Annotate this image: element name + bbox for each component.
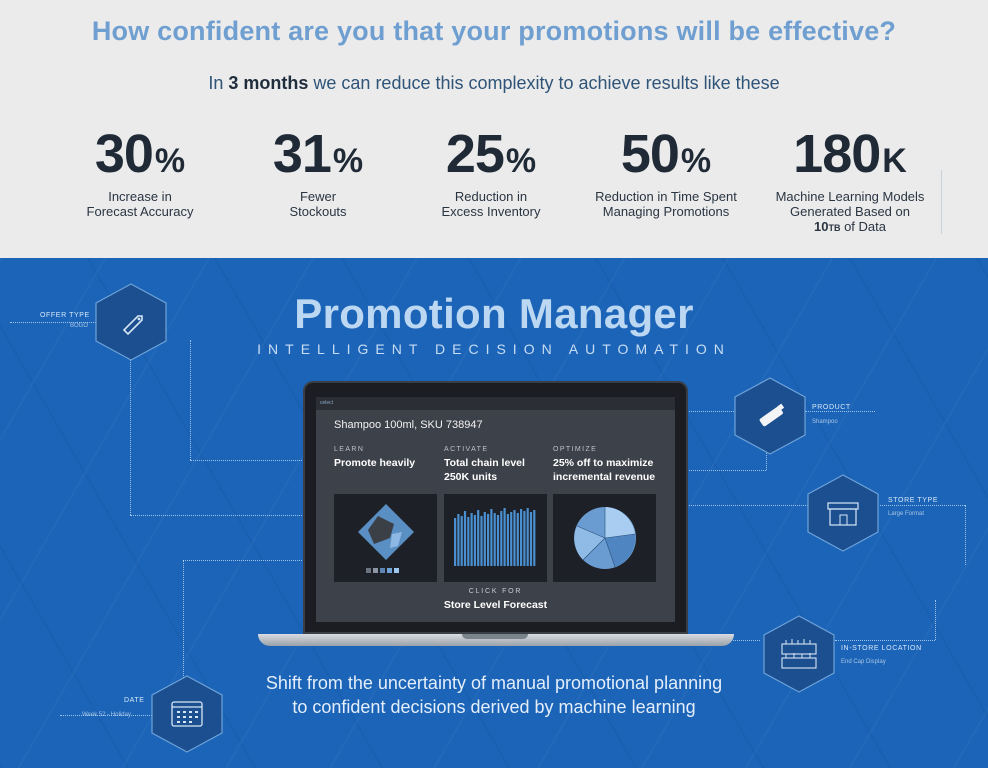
thumbnail-bar xyxy=(483,512,486,566)
offer-type-node[interactable] xyxy=(94,282,168,362)
thumbnail-bar xyxy=(500,511,503,566)
tube-icon xyxy=(759,403,785,427)
sku-title: Shampoo 100ml, SKU 738947 xyxy=(334,419,483,431)
divider xyxy=(941,170,942,234)
app-logo: celect xyxy=(320,400,334,406)
stat-value: 31% xyxy=(272,124,364,184)
learn-column: LEARN Promote heavily xyxy=(334,446,446,470)
thumbnail-bar xyxy=(513,510,516,566)
offer-type-value: BOGO xyxy=(70,323,89,329)
stat-value: 30% xyxy=(94,124,186,184)
thumbnail-bar xyxy=(503,508,506,566)
thumbnail-bar xyxy=(533,510,536,566)
store-type-label: STORE TYPE xyxy=(888,497,939,504)
thumbnail-bar xyxy=(496,515,500,566)
thumbnail-bar xyxy=(460,516,463,566)
subheadline-prefix: In xyxy=(208,73,224,93)
connector-line xyxy=(183,560,316,561)
app-toolbar xyxy=(316,397,675,410)
learn-panel[interactable] xyxy=(334,494,437,582)
store-level-forecast-link[interactable]: Store Level Forecast xyxy=(316,599,675,611)
stat-forecast-accuracy: 30% Increase in Forecast Accuracy xyxy=(55,124,225,219)
connector-line xyxy=(130,360,131,515)
tag-icon xyxy=(122,315,143,336)
thumbnail-bar xyxy=(473,515,476,566)
thumbnail-bar xyxy=(523,511,526,566)
store-icon xyxy=(827,502,859,526)
stat-label: Machine Learning Models Generated Based o… xyxy=(775,189,925,234)
activate-key: ACTIVATE xyxy=(444,446,489,453)
thumbnail-bar xyxy=(526,508,529,566)
in-store-location-value: End Cap Display xyxy=(841,659,886,665)
subheadline: In 3 months we can reduce this complexit… xyxy=(0,73,988,94)
connector-line xyxy=(835,640,935,641)
thumbnail-bar xyxy=(510,512,513,566)
stat-excess-inventory: 25% Reduction in Excess Inventory xyxy=(406,124,576,219)
stat-label: Increase in Forecast Accuracy xyxy=(86,189,194,219)
connector-line xyxy=(676,505,808,506)
laptop-notch xyxy=(462,634,528,639)
optimize-panel[interactable] xyxy=(553,494,656,582)
learn-value: Promote heavily xyxy=(334,457,416,469)
thumbnail-bar xyxy=(457,514,460,566)
store-type-node[interactable] xyxy=(806,473,880,553)
thumbnail-bar xyxy=(493,513,496,566)
diamond-map-icon xyxy=(358,504,414,573)
connector-line xyxy=(190,340,191,460)
offer-type-label: OFFER TYPE xyxy=(40,312,90,319)
pie-chart-icon xyxy=(574,507,636,569)
activate-column: ACTIVATE Total chain level 250K units xyxy=(444,446,556,484)
stat-label: Fewer Stockouts xyxy=(289,189,347,219)
optimize-key: OPTIMIZE xyxy=(553,446,598,453)
thumbnail-bar xyxy=(490,509,493,566)
stat-value: 180K xyxy=(793,124,907,184)
thumbnail-bar xyxy=(454,518,457,566)
connector-line xyxy=(935,600,936,640)
stat-ml-models: 180K Machine Learning Models Generated Ba… xyxy=(755,124,945,236)
product-node[interactable] xyxy=(733,376,807,456)
connector-line xyxy=(880,505,965,506)
store-type-value: Large Format xyxy=(888,511,925,517)
footer-statement: Shift from the uncertainty of manual pro… xyxy=(0,671,988,719)
connector-line xyxy=(805,411,875,412)
connector-line xyxy=(183,560,184,680)
stat-value: 25% xyxy=(445,124,537,184)
activate-value: Total chain level 250K units xyxy=(444,457,525,483)
headline: How confident are you that your promotio… xyxy=(91,16,897,46)
thumbnail-bar xyxy=(463,511,467,566)
footer-line-2: to confident decisions derived by machin… xyxy=(292,697,696,717)
learn-key: LEARN xyxy=(334,446,365,453)
top-banner: How confident are you that your promotio… xyxy=(0,0,988,258)
product-label: PRODUCT xyxy=(812,404,851,411)
optimize-column: OPTIMIZE 25% off to maximize incremental … xyxy=(553,446,665,484)
thumbnail-bar xyxy=(467,517,470,566)
subheadline-bold: 3 months xyxy=(228,73,309,93)
stat-label: Reduction in Excess Inventory xyxy=(441,189,541,219)
activate-panel[interactable] xyxy=(444,494,547,582)
product-value: Shampoo xyxy=(812,419,838,425)
thumbnail-bar xyxy=(487,514,490,566)
thumbnail-bar xyxy=(477,510,480,566)
thumbnail-bar xyxy=(516,513,519,566)
optimize-value: 25% off to maximize incremental revenue xyxy=(553,457,656,483)
stat-time-spent: 50% Reduction in Time Spent Managing Prom… xyxy=(581,124,751,219)
footer-line-1: Shift from the uncertainty of manual pro… xyxy=(265,673,723,693)
connector-line xyxy=(676,470,766,471)
in-store-location-label: IN-STORE LOCATION xyxy=(841,645,922,652)
stat-value: 50% xyxy=(620,124,712,184)
stat-stockouts: 31% Fewer Stockouts xyxy=(233,124,403,219)
subheadline-suffix: we can reduce this complexity to achieve… xyxy=(313,73,780,93)
stat-label: Reduction in Time Spent Managing Promotio… xyxy=(595,189,737,219)
thumbnail-bar xyxy=(529,512,533,566)
connector-line xyxy=(965,505,966,565)
connector-line xyxy=(190,460,316,461)
thumbnail-bar xyxy=(470,513,473,566)
connector-line xyxy=(130,515,316,516)
thumbnail-bar xyxy=(506,514,509,566)
click-for-label: CLICK FOR xyxy=(468,588,523,595)
bar-chart-icon xyxy=(454,508,536,566)
thumbnail-bar xyxy=(520,509,523,566)
thumbnail-bar xyxy=(480,516,483,566)
